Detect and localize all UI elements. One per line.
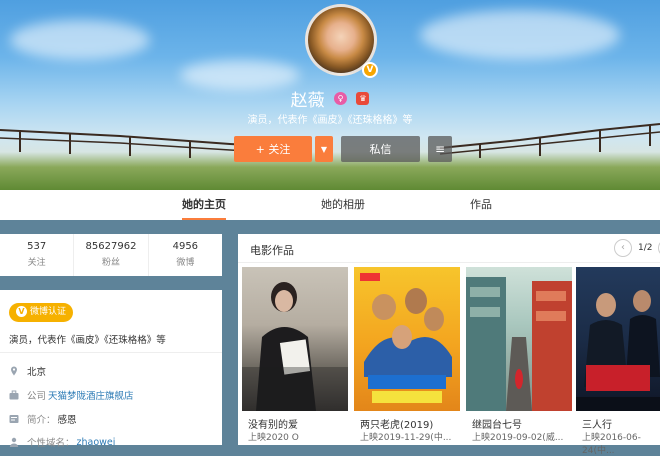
stat-posts[interactable]: 4956 微博 bbox=[147, 234, 222, 276]
briefcase-icon bbox=[9, 390, 19, 400]
member-icon[interactable]: ♀ bbox=[334, 92, 347, 105]
divider bbox=[0, 352, 222, 353]
divider bbox=[238, 262, 660, 263]
film-poster[interactable] bbox=[576, 267, 660, 411]
domain-row: 个性域名： zhaowei bbox=[9, 435, 115, 449]
profile-tabs: 她的主页 她的相册 作品 bbox=[0, 190, 660, 220]
film-poster[interactable] bbox=[466, 267, 572, 411]
bio-key: 简介： bbox=[27, 415, 56, 426]
stat-following[interactable]: 537 关注 bbox=[0, 234, 73, 276]
tab-works[interactable]: 作品 bbox=[470, 190, 492, 220]
verified-tag-label: 微博认证 bbox=[30, 307, 67, 317]
verified-intro: 演员，代表作《画皮》《还珠格格》等 bbox=[9, 335, 166, 346]
stat-followers[interactable]: 85627962 粉丝 bbox=[73, 234, 147, 276]
film-date: 上映2016-06-24(中... bbox=[582, 433, 641, 456]
films-card: 电影作品 ‹ 1/2 没有别的爱 上映2020 O 两只老虎(2019) 上映2… bbox=[238, 234, 660, 456]
more-menu-icon[interactable]: ≡ bbox=[428, 136, 452, 162]
film-name[interactable]: 继园台七号 bbox=[472, 416, 522, 431]
tab-home[interactable]: 她的主页 bbox=[182, 190, 226, 220]
stat-value: 85627962 bbox=[85, 241, 137, 252]
stat-label: 微博 bbox=[176, 258, 195, 268]
bio-row: 简介： 感恩 bbox=[9, 412, 77, 426]
prev-page-icon[interactable]: ‹ bbox=[614, 239, 632, 257]
user-icon bbox=[9, 437, 19, 447]
stat-value: 537 bbox=[27, 241, 47, 252]
stat-value: 4956 bbox=[172, 241, 199, 252]
company-key: 公司 bbox=[27, 391, 47, 402]
film-date: 上映2020 O bbox=[248, 433, 299, 443]
company-link[interactable]: 天猫梦陇酒庄旗舰店 bbox=[48, 388, 134, 402]
crown-icon[interactable]: ♛ bbox=[356, 92, 370, 105]
film-name[interactable]: 三人行 bbox=[582, 416, 612, 431]
follow-button[interactable]: + 关注 bbox=[234, 136, 312, 162]
follow-dropdown-icon[interactable]: ▼ bbox=[315, 136, 333, 162]
location-icon bbox=[11, 366, 17, 376]
film-name[interactable]: 两只老虎(2019) bbox=[360, 416, 433, 431]
page-indicator: 1/2 bbox=[638, 243, 653, 253]
film-poster[interactable] bbox=[242, 267, 348, 411]
film-date: 上映2019-09-02(威... bbox=[472, 433, 564, 443]
film-date: 上映2019-11-29(中... bbox=[360, 433, 452, 443]
stat-label: 关注 bbox=[27, 258, 46, 268]
verified-tag[interactable]: V 微博认证 bbox=[9, 303, 74, 322]
verified-v-icon: V bbox=[16, 306, 27, 317]
film-name[interactable]: 没有别的爱 bbox=[248, 416, 298, 431]
verified-badge-icon: V bbox=[362, 62, 378, 78]
location-row: 北京 bbox=[9, 364, 46, 378]
company-row: 公司 天猫梦陇酒庄旗舰店 bbox=[9, 388, 134, 402]
profile-description: 演员，代表作《画皮》《还珠格格》等 bbox=[247, 115, 413, 126]
poster-art bbox=[360, 273, 452, 403]
profile-card-icon bbox=[9, 415, 19, 423]
stats-card: 537 关注 85627962 粉丝 4956 微博 bbox=[0, 234, 222, 276]
films-title: 电影作品 bbox=[250, 244, 294, 257]
domain-key: 个性域名： bbox=[27, 438, 75, 449]
message-button[interactable]: 私信 bbox=[341, 136, 420, 162]
films-pager: ‹ 1/2 bbox=[614, 239, 660, 257]
profile-name: 赵薇 bbox=[290, 91, 325, 111]
location-value: 北京 bbox=[27, 367, 47, 378]
poster-art bbox=[576, 290, 660, 411]
stat-label: 粉丝 bbox=[101, 258, 120, 268]
poster-art bbox=[242, 282, 348, 411]
domain-link[interactable]: zhaowei bbox=[77, 437, 116, 448]
profile-name-row: 赵薇 ♀ ♛ bbox=[0, 86, 660, 111]
film-poster[interactable] bbox=[354, 267, 460, 411]
bio-value: 感恩 bbox=[57, 415, 77, 426]
tab-album[interactable]: 她的相册 bbox=[321, 190, 365, 220]
poster-art bbox=[466, 277, 572, 411]
profile-info-card: V 微博认证 演员，代表作《画皮》《还珠格格》等 北京 公司 天猫梦陇酒庄旗舰店 … bbox=[0, 290, 222, 449]
